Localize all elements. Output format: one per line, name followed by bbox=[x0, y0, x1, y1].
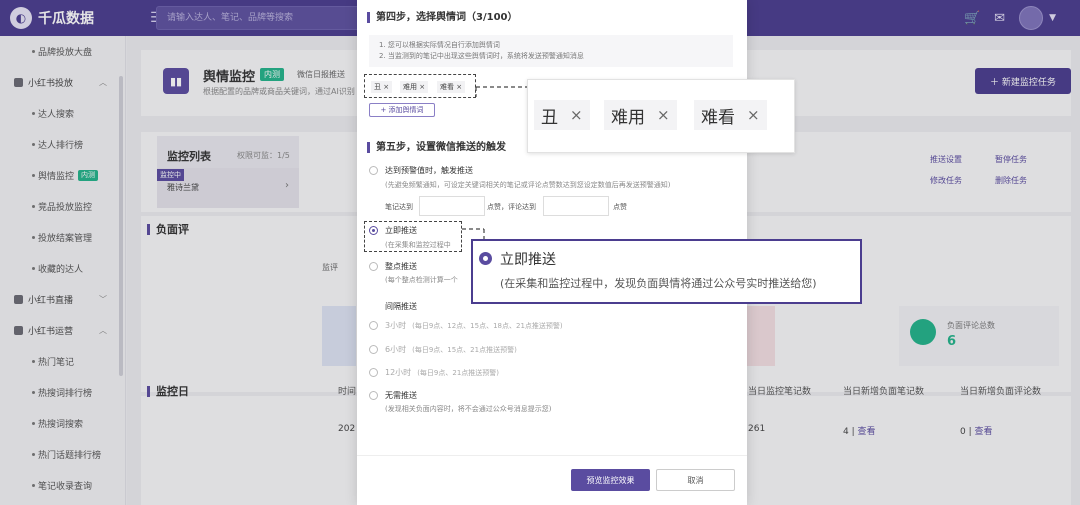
zoom-keyword-tag: 丑 × bbox=[534, 100, 590, 130]
zoom-instant-desc: (在采集和监控过程中，发现负面舆情将通过公众号实时推送给您) bbox=[500, 277, 817, 290]
close-icon: × bbox=[570, 106, 583, 124]
zoom-keyword-tag: 难用 × bbox=[604, 100, 677, 130]
close-icon: × bbox=[747, 106, 760, 124]
zoom-keyword-label: 难用 bbox=[611, 107, 645, 128]
zoom-keyword-tag: 难看 × bbox=[694, 100, 767, 130]
instant-push-zoom-callout: 立即推送 (在采集和监控过程中，发现负面舆情将通过公众号实时推送给您) bbox=[471, 239, 862, 304]
zoom-keyword-label: 难看 bbox=[701, 107, 735, 128]
zoom-instant-title: 立即推送 bbox=[500, 252, 556, 268]
close-icon: × bbox=[657, 106, 670, 124]
radio-selected-icon bbox=[479, 252, 492, 265]
keywords-zoom-callout: 丑 × 难用 × 难看 × bbox=[527, 79, 795, 153]
zoom-keyword-label: 丑 bbox=[541, 107, 558, 128]
